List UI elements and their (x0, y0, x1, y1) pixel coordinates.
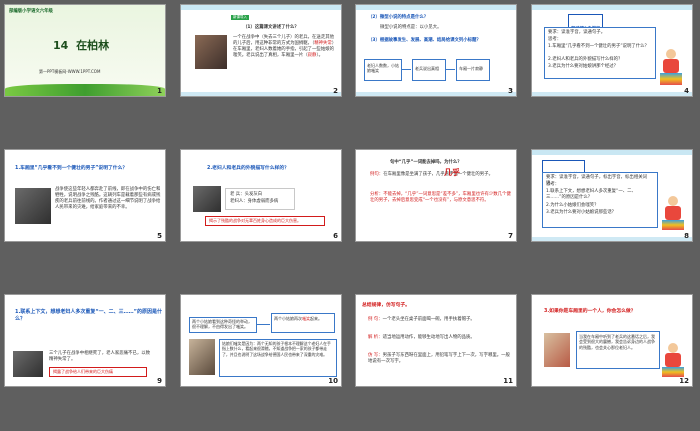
top-banner (532, 150, 692, 155)
appearance-box: 老 兵：头发灰白 老妇人：身体虚弱而多病 (225, 188, 295, 210)
top-banner (356, 5, 516, 10)
website-label: 第一PPT模板网-WWW.1PPT.COM (39, 69, 101, 74)
bottom-banner (532, 237, 692, 241)
slide-question: 1.联系上下文，想想老妇人多次重复“一、二、三……”的原因是什么？ (15, 309, 162, 322)
top-banner (181, 5, 341, 10)
reaction-box-2: 两个小姑娘再次嗤笑起来。 (271, 313, 335, 333)
explanation-box: 姑娘们嗤笑是因为：两个无知的孩子根本不理解这个老妇人在手指上数什么，看起来很滑稽… (219, 339, 337, 377)
slide-thumbnail-8[interactable]: 朗读第2、3自然段 要求：读准字音，读通句子，标出字音，标出相关词语。 思考： … (531, 149, 693, 242)
slide-question: 1.车厢里“几乎看不到一个健壮的男子”说明了什么？ (15, 166, 128, 171)
family-photo (544, 333, 570, 367)
slide-number: 4 (684, 87, 689, 95)
slide-thumbnail-1[interactable]: 部编版小学语文六年级 14 在柏林 第一PPT模板网-WWW.1PPT.COM … (4, 4, 166, 97)
slide-number: 12 (679, 377, 689, 385)
child-reading-illustration (658, 49, 684, 87)
slide-answer: 战争使这些年轻人都奔赴了前线，即在战争中的伤亡和牺牲，说明战争之残酷。这辆列车是… (55, 187, 161, 210)
analysis-line: 解 析：适当地运用动作，能够生动地写出人物的品质。 (368, 335, 475, 340)
reaction-arrow (256, 324, 270, 325)
intro-tag: 新课导入 (231, 15, 249, 20)
reaction-box-1: 两个小姑娘看到这种奇怪的举动，很不理解，不由得发出了嗤笑。 (189, 317, 257, 333)
slide-title: 总结规律，仿写句子。 (362, 303, 410, 308)
slide-number: 6 (333, 232, 338, 240)
flow-step-2: 老兵说出真相 (412, 59, 446, 81)
conclusion-box: 揭示了残酷的战争对无辜百姓身心造成的巨大伤害。 (205, 216, 325, 226)
slide-number: 8 (684, 232, 689, 240)
slide-number: 5 (157, 232, 162, 240)
slide-body: 一个在战争中（失去三个儿子）的老兵，在送走其他的儿子后，用这种非常的方式为国捐躯… (233, 35, 337, 58)
lesson-name: 在柏林 (76, 39, 110, 52)
example-line: 例 句：一个老头坐在桌子前面喝一碗，用手扶着帽子。 (368, 317, 475, 322)
slide-thumbnail-6[interactable]: 2.老妇人和老兵的外貌描写什么样的？ 老 兵：头发灰白 老妇人：身体虚弱而多病 … (180, 149, 342, 242)
slide-number: 11 (503, 377, 513, 385)
analysis-text: 分析：不能去掉，“几乎”一词意思是“差不多”，车厢里也许有少数几个健壮的男子，去… (370, 192, 511, 203)
slide-thumbnail-2[interactable]: 新课导入 （1）这篇课文讲述了什么？ 一个在战争中（失去三个儿子）的老兵，在送走… (180, 4, 342, 97)
slide-answer: 三个儿子在战争中相继死了，老人家悲痛不已，以致精神失常了。 (49, 351, 150, 362)
flow-step-3: 车厢一片寂静 (456, 59, 490, 81)
slide-thumbnail-10[interactable]: 两个小姑娘看到这种奇怪的举动，很不理解，不由得发出了嗤笑。 两个小姑娘再次嗤笑起… (180, 294, 342, 387)
slide-thumbnail-3[interactable]: （2）微型小说的特点是什么？ 微型小说的特点是：以小见大。 （3）根据故事发生、… (355, 4, 517, 97)
answer-2: 微型小说的特点是：以小见大。 (380, 25, 442, 30)
answer-box: 当我在车厢中听到了老兵的这番话之后，我会受到很大的震撼，我会告诉身边的人战争的残… (576, 331, 660, 369)
reading-tasks-box: 要求：读准字音，读通句子。 思考： 1.车厢里“几乎看不到一个健壮的男子”说明了… (544, 27, 656, 79)
example-sentence: 例句：在车厢里像是坐满了孩子，几乎看不到一个健壮的男子。 (370, 172, 493, 177)
question-2: （2）微型小说的特点是什么？ (368, 15, 429, 20)
reading-tasks-box: 要求：读准字音，读通句子，标出字音，标出相关词语。 思考： 1.联系上下文，想想… (542, 172, 658, 228)
slide-number: 1 (157, 87, 162, 95)
slide-thumbnail-5[interactable]: 1.车厢里“几乎看不到一个健壮的男子”说明了什么？ 战争使这些年轻人都奔赴了前线… (4, 149, 166, 242)
keyword-highlight: 几乎 (444, 168, 460, 177)
flow-arrow-1 (401, 69, 411, 70)
question-3: （3）根据故事发生、发展、高潮、结局给课文列小标题？ (368, 38, 481, 43)
slide-number: 2 (333, 87, 338, 95)
slide-question: 3.如果你是车厢里的一个人，你会怎么做？ (544, 309, 636, 314)
slide-thumbnail-11[interactable]: 总结规律，仿写句子。 例 句：一个老头坐在桌子前面喝一碗，用手扶着帽子。 解 析… (355, 294, 517, 387)
slide-thumbnail-9[interactable]: 1.联系上下文，想想老妇人多次重复“一、二、三……”的原因是什么？ 三个儿子在战… (4, 294, 166, 387)
lesson-title: 14 在柏林 (53, 37, 109, 53)
slide-question: 句中“几乎”一词能去掉吗，为什么？ (390, 160, 462, 165)
war-scene-photo (13, 351, 43, 377)
slide-question: 2.老妇人和老兵的外貌描写什么样的？ (207, 166, 289, 171)
flow-step-1: 老妇人数数，小姑娘嗤笑 (364, 59, 402, 81)
conclusion-box: 揭露了战争给人们带来的巨大伤痛 (49, 367, 147, 377)
slide-thumbnail-7[interactable]: 句中“几乎”一词能去掉吗，为什么？ 例句：在车厢里像是坐满了孩子，几乎看不到一个… (355, 149, 517, 242)
child-reading-illustration (660, 343, 686, 379)
series-label: 部编版小学语文六年级 (9, 9, 53, 14)
imitation-line: 仿 写：男孩子写东西呀在里面上，用铅笔写字上下一次，写字哪里。一般地说有一次写字… (368, 353, 510, 364)
slide-number: 9 (157, 377, 162, 385)
slide-number: 3 (508, 87, 513, 95)
slide-thumbnail-4[interactable]: 朗读第1自然段 要求：读准字音，读通句子。 思考： 1.车厢里“几乎看不到一个健… (531, 4, 693, 97)
slide-question: （1）这篇课文讲述了什么？ (243, 25, 299, 30)
old-soldier-photo (193, 186, 221, 212)
girls-photo (189, 339, 215, 375)
slide-number: 10 (328, 377, 338, 385)
bottom-banner (356, 92, 516, 96)
slide-number: 7 (508, 232, 513, 240)
slide-thumbnail-12[interactable]: 3.如果你是车厢里的一个人，你会怎么做？ 当我在车厢中听到了老兵的这番话之后，我… (531, 294, 693, 387)
bottom-banner (532, 92, 692, 96)
grass-decoration (5, 84, 165, 96)
lesson-number: 14 (53, 39, 69, 52)
woman-portrait-image (195, 35, 227, 69)
flow-arrow-2 (445, 69, 455, 70)
bottom-banner (181, 92, 341, 96)
soldiers-photo (15, 188, 51, 224)
top-banner (532, 5, 692, 10)
child-reading-illustration (660, 196, 686, 232)
